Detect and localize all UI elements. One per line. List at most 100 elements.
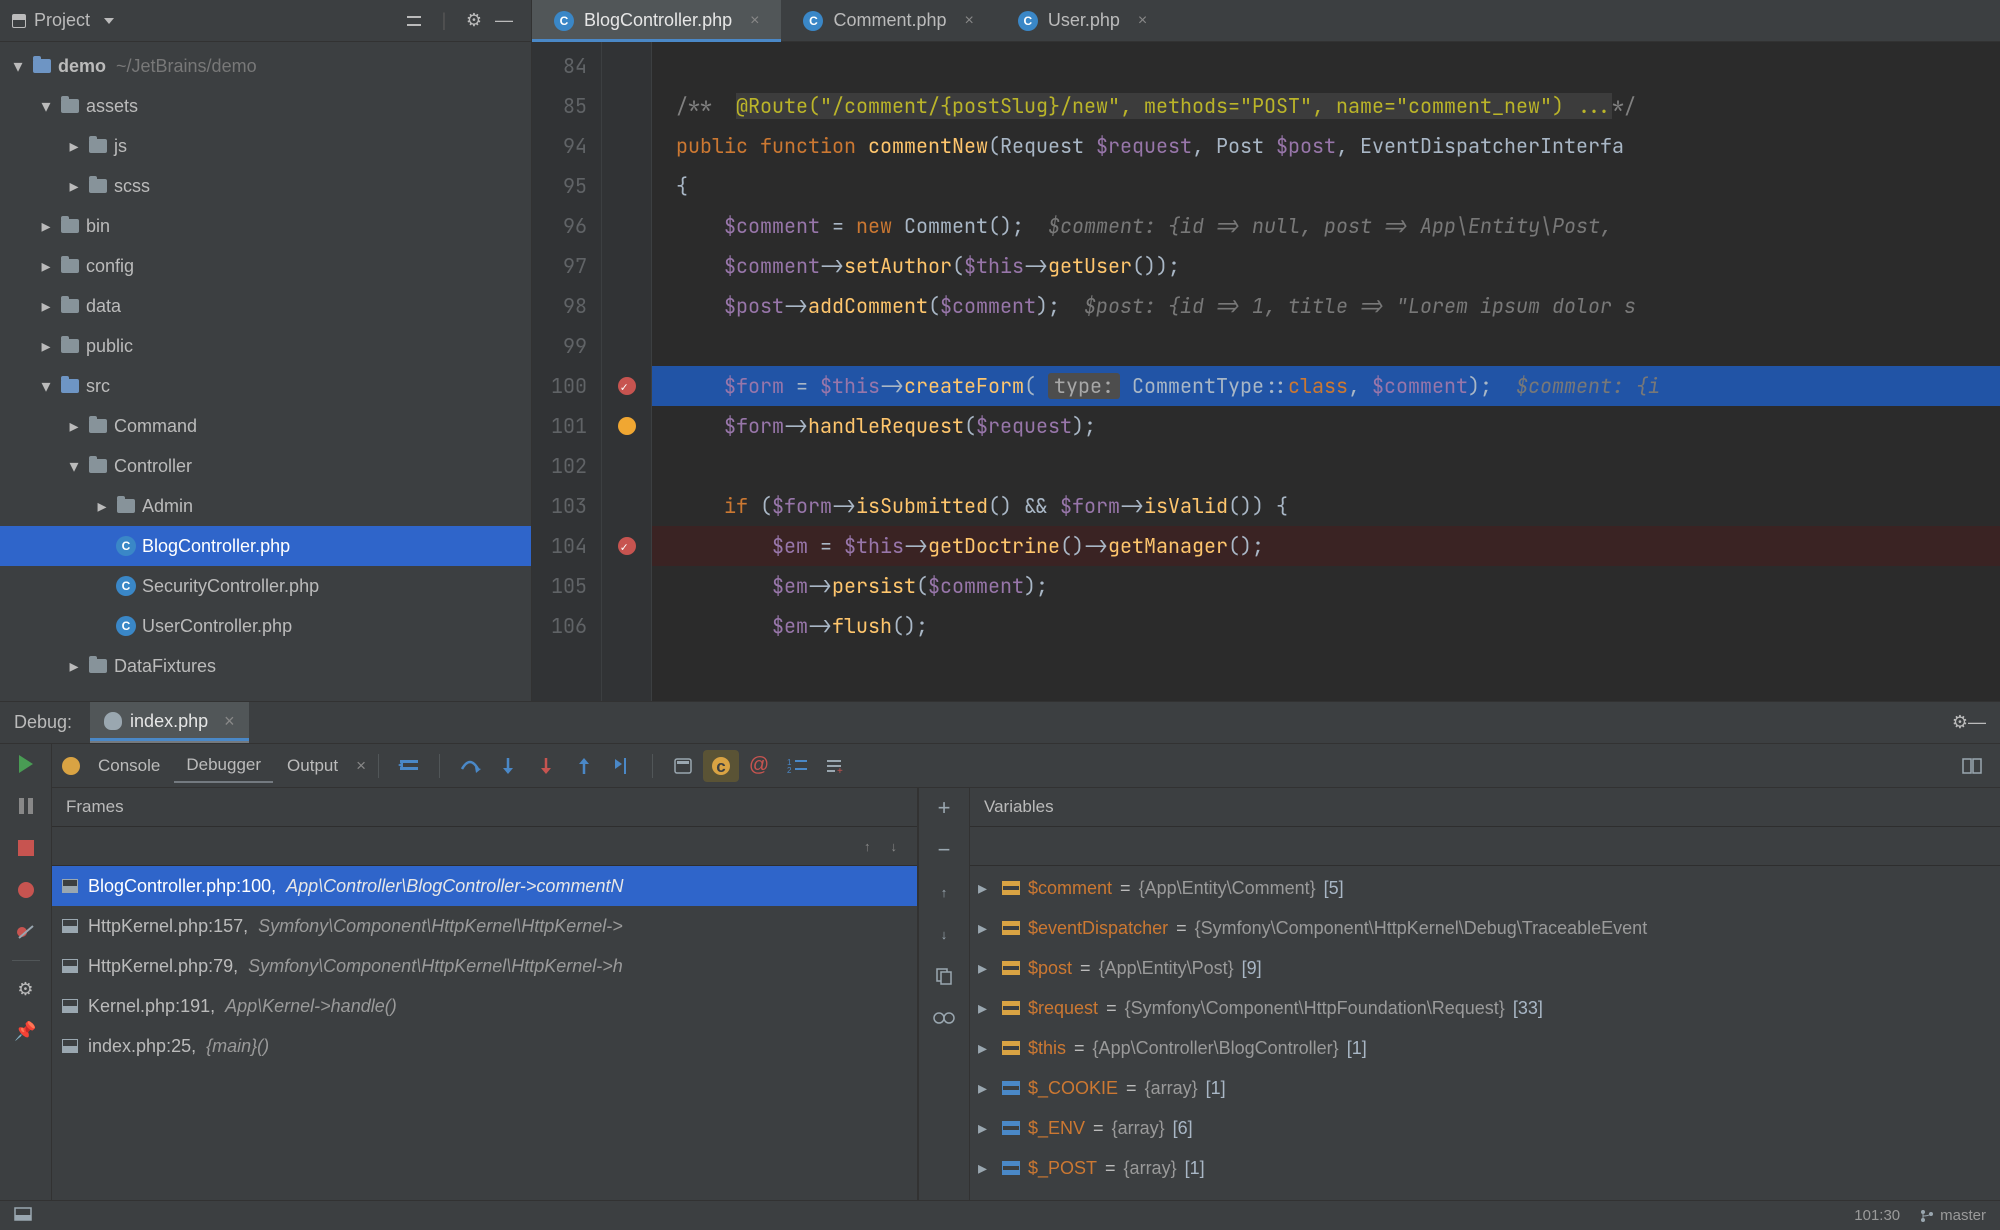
hide-sidebar-button[interactable]: — (489, 6, 519, 36)
code-area[interactable]: 8485949596979899100101102103104105106 /*… (532, 42, 2000, 701)
step-over-button[interactable] (452, 750, 488, 782)
frame-down-button[interactable]: ↓ (891, 839, 898, 854)
debugger-tab[interactable]: Debugger (174, 749, 273, 783)
move-up-button[interactable]: ↑ (930, 878, 958, 906)
caret-position[interactable]: 101:30 (1854, 1207, 1900, 1224)
close-output-icon[interactable]: × (356, 756, 366, 776)
stack-frame[interactable]: Kernel.php:191, App\Kernel->handle() (52, 986, 917, 1026)
debug-settings-side-button[interactable]: ⚙ (12, 975, 40, 1003)
pause-button[interactable] (12, 792, 40, 820)
folder-scss[interactable]: scss (0, 166, 531, 206)
variable-row[interactable]: ▸$_POST = {array} [1] (970, 1148, 2000, 1188)
collapse-all-button[interactable] (399, 6, 429, 36)
gutter-slot[interactable] (602, 166, 651, 206)
folder-Command[interactable]: Command (0, 406, 531, 446)
gutter-slot[interactable] (602, 326, 651, 366)
folder-Controller[interactable]: Controller (0, 446, 531, 486)
console-tab[interactable]: Console (86, 750, 172, 782)
file-BlogController.php[interactable]: CBlogController.php (0, 526, 531, 566)
folder-Admin[interactable]: Admin (0, 486, 531, 526)
close-tab-icon[interactable]: × (750, 12, 759, 30)
gutter-slot[interactable] (602, 126, 651, 166)
close-tab-icon[interactable]: × (1138, 12, 1147, 30)
settings-button[interactable]: ⚙ (459, 6, 489, 36)
line-number: 100 (532, 366, 587, 406)
show-execution-point-button[interactable] (391, 750, 427, 782)
add-watch-button[interactable]: + (930, 794, 958, 822)
hide-debug-button[interactable]: — (1968, 712, 1986, 733)
variables-tool-strip: + − ↑ ↓ (918, 788, 970, 1200)
thread-dump-button[interactable]: 12 (779, 750, 815, 782)
folder-public[interactable]: public (0, 326, 531, 366)
force-step-into-button[interactable] (528, 750, 564, 782)
variable-row[interactable]: ▸$_ENV = {array} [6] (970, 1108, 2000, 1148)
pin-button[interactable]: 📌 (12, 1017, 40, 1045)
run-to-cursor-button[interactable] (604, 750, 640, 782)
close-tab-icon[interactable]: × (965, 12, 974, 30)
editor-tab-BlogController.php[interactable]: CBlogController.php× (532, 0, 781, 41)
mute-breakpoints-button[interactable] (12, 918, 40, 946)
stack-frame[interactable]: HttpKernel.php:157, Symfony\Component\Ht… (52, 906, 917, 946)
git-branch-widget[interactable]: master (1920, 1207, 1986, 1224)
stack-frame[interactable]: index.php:25, {main}() (52, 1026, 917, 1066)
file-UserController.php[interactable]: CUserController.php (0, 606, 531, 646)
quick-evaluate-button[interactable]: c (703, 750, 739, 782)
remove-watch-button[interactable]: − (930, 836, 958, 864)
variable-row[interactable]: ▸$eventDispatcher = {Symfony\Component\H… (970, 908, 2000, 948)
variable-row[interactable]: ▸$_COOKIE = {array} [1] (970, 1068, 2000, 1108)
tree-label: public (86, 336, 133, 357)
editor-tab-User.php[interactable]: CUser.php× (996, 0, 1169, 41)
gutter-slot[interactable] (602, 606, 651, 646)
variable-row[interactable]: ▸$this = {App\Controller\BlogController}… (970, 1028, 2000, 1068)
show-watches-button[interactable] (930, 1004, 958, 1032)
editor-tab-Comment.php[interactable]: CComment.php× (781, 0, 995, 41)
folder-config[interactable]: config (0, 246, 531, 286)
tool-windows-button[interactable] (14, 1207, 32, 1225)
move-down-button[interactable]: ↓ (930, 920, 958, 948)
gutter-slot[interactable] (602, 286, 651, 326)
resume-button[interactable] (12, 750, 40, 778)
step-out-button[interactable] (566, 750, 602, 782)
file-SecurityController.php[interactable]: CSecurityController.php (0, 566, 531, 606)
gutter-slot[interactable] (602, 526, 651, 566)
trace-button[interactable]: @ (741, 750, 777, 782)
step-into-button[interactable] (490, 750, 526, 782)
gutter-slot[interactable] (602, 46, 651, 86)
gutter-slot[interactable] (602, 566, 651, 606)
tree-arrow-icon (38, 96, 54, 117)
folder-DataFixtures[interactable]: DataFixtures (0, 646, 531, 686)
output-tab[interactable]: Output (275, 750, 350, 782)
gutter-slot[interactable] (602, 206, 651, 246)
folder-bin[interactable]: bin (0, 206, 531, 246)
code-body[interactable]: /** @Route("/comment/{postSlug}/new", me… (652, 42, 2000, 701)
close-session-icon[interactable]: × (224, 711, 235, 732)
gutter-slot[interactable] (602, 406, 651, 446)
gutter-slot[interactable] (602, 486, 651, 526)
stop-button[interactable] (12, 834, 40, 862)
gear-icon: ⚙ (17, 979, 33, 1000)
stack-frame[interactable]: HttpKernel.php:79, Symfony\Component\Htt… (52, 946, 917, 986)
breakpoint-gutter[interactable] (602, 42, 652, 701)
layout-button[interactable] (1954, 750, 1990, 782)
variable-row[interactable]: ▸$comment = {App\Entity\Comment} [5] (970, 868, 2000, 908)
folder-demo[interactable]: demo ~/JetBrains/demo (0, 46, 531, 86)
folder-src[interactable]: src (0, 366, 531, 406)
folder-data[interactable]: data (0, 286, 531, 326)
folder-assets[interactable]: assets (0, 86, 531, 126)
debug-settings-button[interactable]: ⚙ (1952, 712, 1968, 733)
variable-row[interactable]: ▸$post = {App\Entity\Post} [9] (970, 948, 2000, 988)
evaluate-expression-button[interactable] (665, 750, 701, 782)
project-view-selector[interactable]: Project (12, 10, 114, 31)
settings-toolbar-button[interactable]: + (817, 750, 853, 782)
frame-up-button[interactable]: ↑ (864, 839, 871, 854)
stack-frame[interactable]: BlogController.php:100, App\Controller\B… (52, 866, 917, 906)
gutter-slot[interactable] (602, 246, 651, 286)
folder-js[interactable]: js (0, 126, 531, 166)
gutter-slot[interactable] (602, 86, 651, 126)
variable-row[interactable]: ▸$request = {Symfony\Component\HttpFound… (970, 988, 2000, 1028)
gutter-slot[interactable] (602, 366, 651, 406)
view-breakpoints-button[interactable] (12, 876, 40, 904)
duplicate-watch-button[interactable] (930, 962, 958, 990)
debug-session-tab[interactable]: index.php × (90, 702, 249, 743)
gutter-slot[interactable] (602, 446, 651, 486)
